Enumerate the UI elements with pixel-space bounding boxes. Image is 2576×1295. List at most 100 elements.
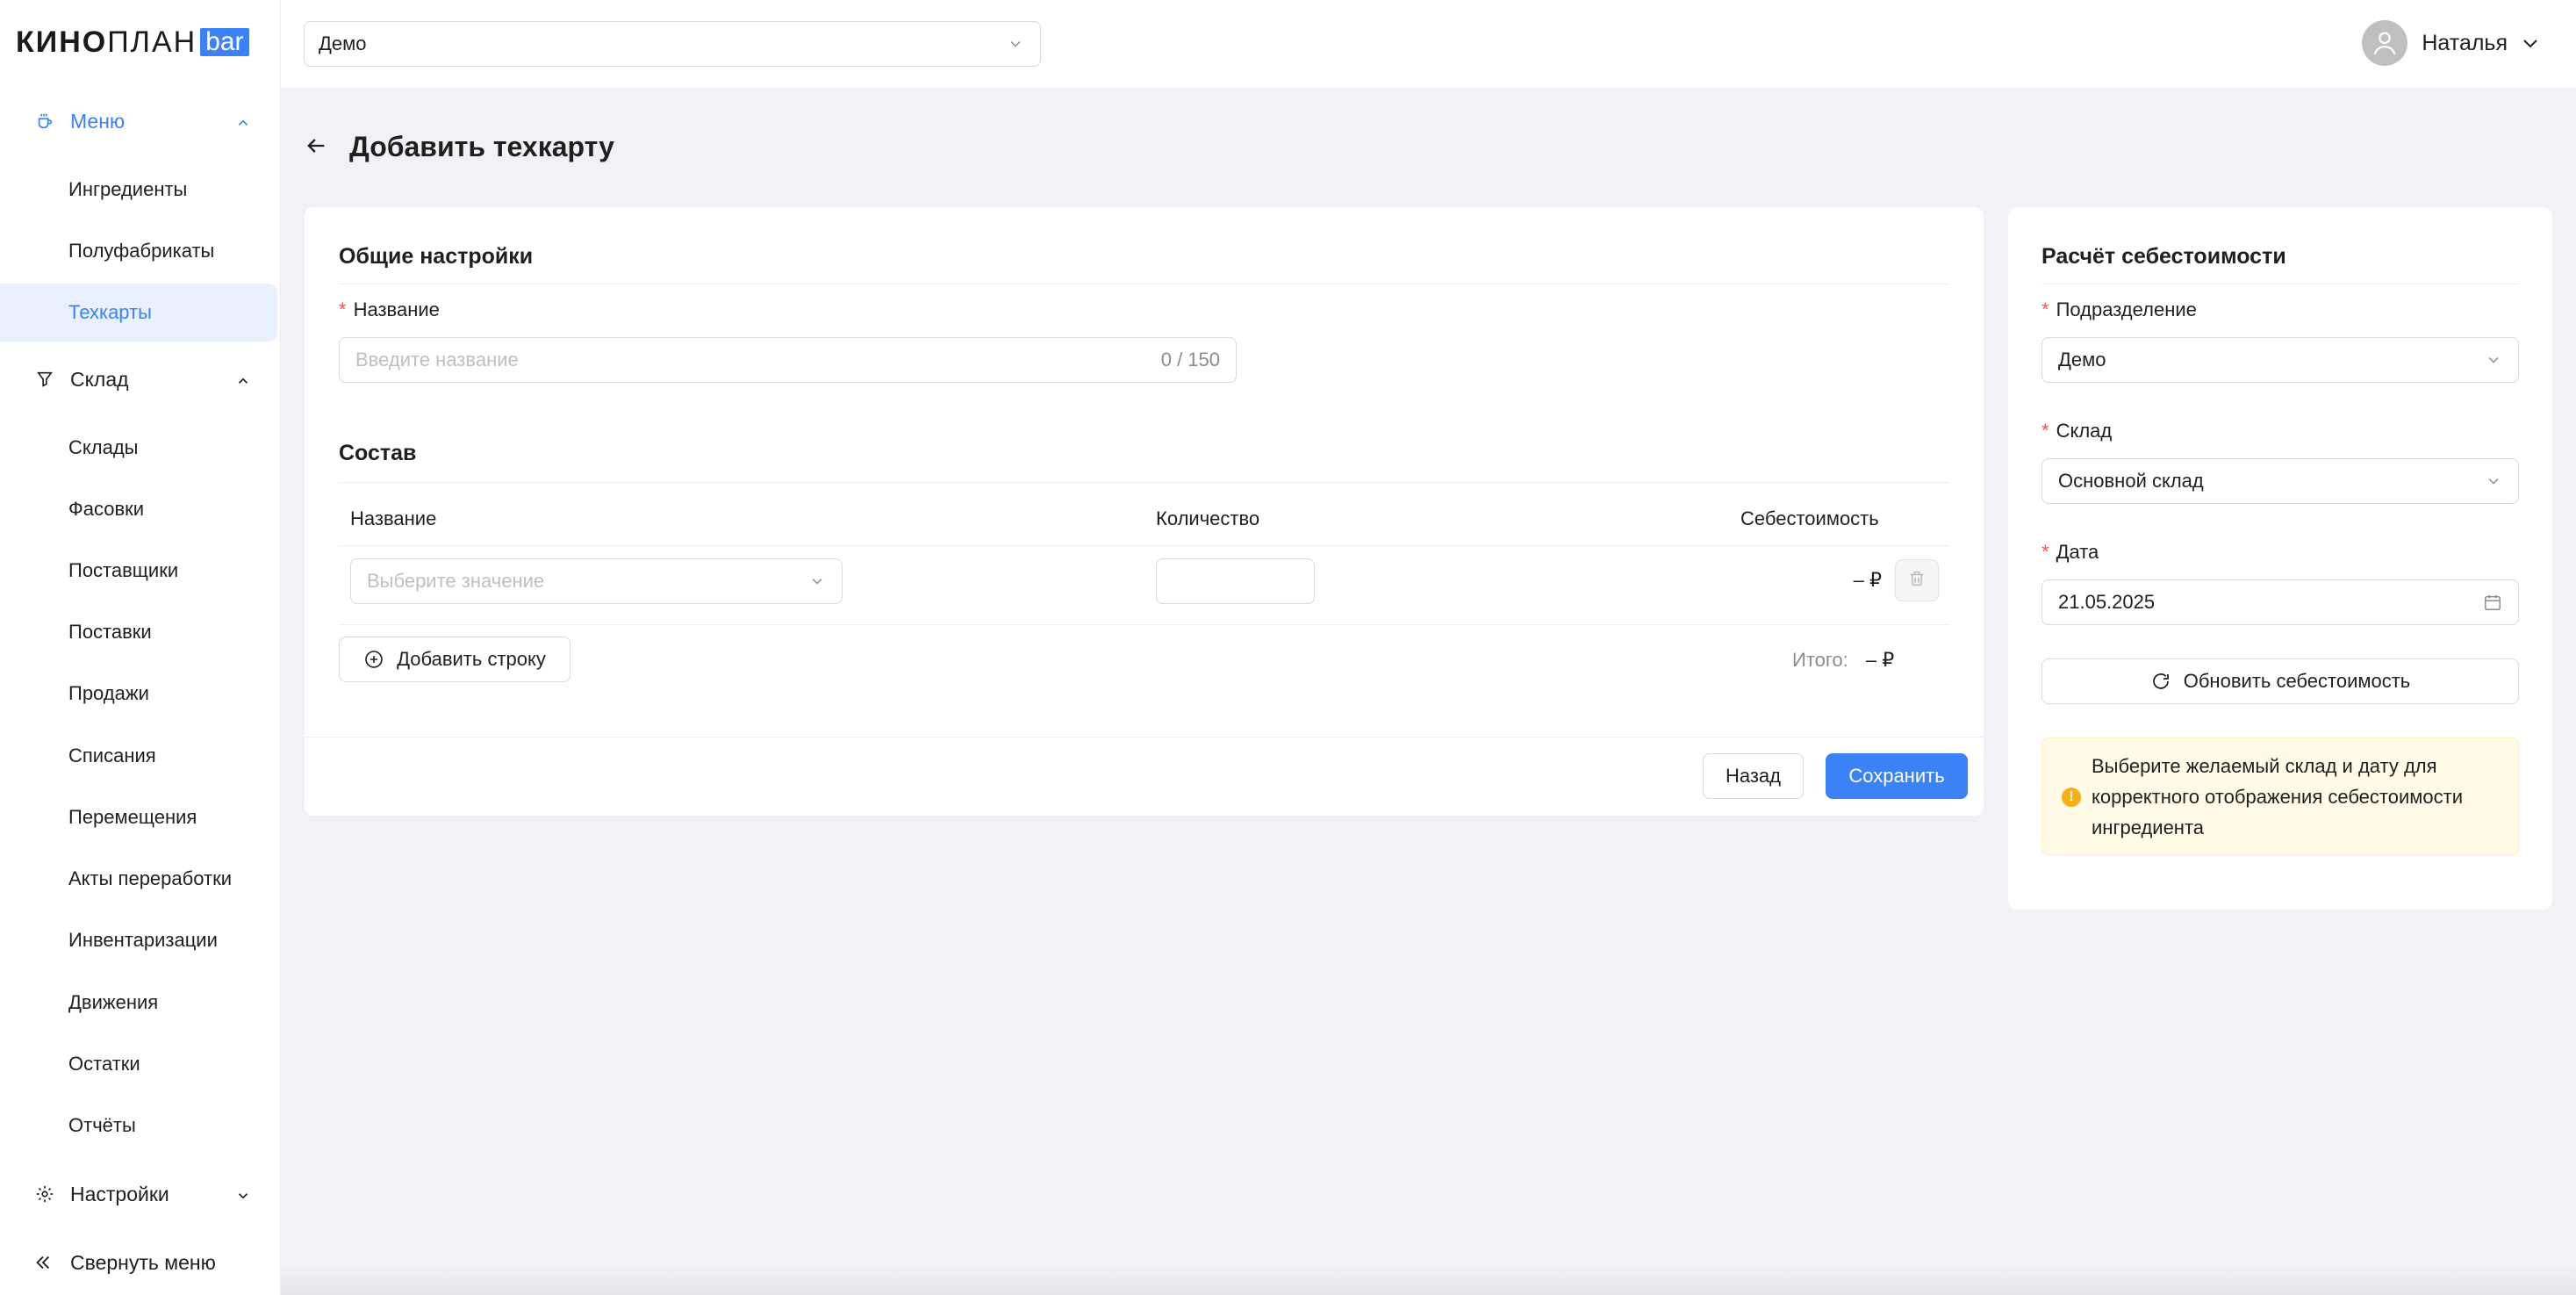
sidebar-item-label: Техкарты [68, 301, 152, 323]
logo[interactable]: КИНО ПЛАН bar [16, 25, 249, 60]
organization-value: Демо [319, 32, 367, 54]
warehouse-label-text: Склад [2056, 420, 2113, 442]
division-select[interactable]: Демо [2041, 337, 2519, 383]
sidebar-item-label: Движения [68, 991, 159, 1013]
sidebar-group-settings[interactable]: Настройки [0, 1168, 281, 1220]
cup-icon [33, 110, 56, 133]
cost-calculation-panel: Расчёт себестоимости * Подразделение Демо… [2008, 207, 2552, 910]
chevron-up-icon [235, 112, 251, 128]
chevron-down-icon [1007, 35, 1024, 53]
required-marker: * [2041, 420, 2049, 442]
column-header-name: Название [350, 507, 437, 529]
ingredient-placeholder: Выберите значение [367, 570, 545, 592]
plus-circle-icon [363, 649, 384, 670]
sidebar-item-label: Полуфабрикаты [68, 240, 215, 262]
chevron-down-icon [2520, 32, 2541, 54]
sidebar-item-label: Продажи [68, 682, 149, 704]
warning-icon: ! [2062, 788, 2081, 807]
division-label-text: Подразделение [2056, 299, 2197, 320]
refresh-cost-button[interactable]: Обновить себестоимость [2041, 658, 2519, 704]
sidebar-group-menu[interactable]: Меню [0, 95, 281, 147]
date-label-text: Дата [2056, 541, 2099, 563]
sidebar-item-label: Остатки [68, 1053, 140, 1075]
sidebar-group-label: Склад [70, 367, 129, 391]
refresh-icon [2150, 671, 2171, 692]
sidebar-item-reports[interactable]: Отчёты [0, 1097, 277, 1155]
delete-row-button[interactable] [1895, 559, 1939, 601]
sidebar-item-label: Ингредиенты [68, 178, 188, 200]
sidebar-item-transfers[interactable]: Перемещения [0, 788, 277, 846]
back-button-label: Назад [1725, 765, 1782, 787]
total-value: – ₽ [1865, 649, 1895, 671]
refresh-cost-label: Обновить себестоимость [2183, 670, 2411, 692]
sidebar-item-stock[interactable]: Остатки [0, 1035, 277, 1093]
sidebar-item-processing-acts[interactable]: Акты переработки [0, 850, 277, 908]
sidebar-group-label: Настройки [70, 1182, 169, 1205]
save-button[interactable]: Сохранить [1826, 753, 1968, 799]
sidebar-item-label: Акты переработки [68, 867, 232, 889]
sidebar-item-label: Склады [68, 436, 139, 458]
chevron-up-icon [235, 371, 251, 386]
trash-icon [1907, 569, 1927, 593]
divider [339, 482, 1949, 483]
logo-text-plan: ПЛАН [107, 25, 197, 59]
user-menu[interactable]: Наталья [2362, 19, 2541, 67]
composition-title: Состав [339, 441, 417, 465]
sidebar-item-write-offs[interactable]: Списания [0, 727, 277, 785]
collapse-menu-button[interactable]: Свернуть меню [0, 1236, 281, 1289]
add-row-button[interactable]: Добавить строку [339, 637, 570, 682]
column-header-quantity: Количество [1156, 507, 1260, 529]
warehouse-select[interactable]: Основной склад [2041, 458, 2519, 504]
sidebar-item-tech-cards[interactable]: Техкарты [0, 284, 277, 342]
sidebar-item-label: Поставщики [68, 559, 179, 581]
warehouse-label: * Склад [2041, 420, 2112, 442]
required-marker: * [339, 299, 347, 320]
divider [339, 545, 1949, 546]
sidebar-item-movements[interactable]: Движения [0, 974, 277, 1032]
organization-select[interactable]: Демо [304, 21, 1041, 67]
sidebar-item-inventories[interactable]: Инвентаризации [0, 911, 277, 969]
add-row-label: Добавить строку [397, 648, 546, 670]
sidebar-item-suppliers[interactable]: Поставщики [0, 542, 277, 600]
date-label: * Дата [2041, 541, 2099, 564]
chevron-down-icon [808, 572, 826, 590]
sidebar-item-label: Списания [68, 745, 156, 766]
chevron-down-icon [2485, 351, 2502, 369]
avatar [2362, 20, 2408, 66]
sidebar-item-sales[interactable]: Продажи [0, 665, 277, 723]
column-header-cost: Себестоимость [1740, 507, 1879, 529]
cost-calc-title: Расчёт себестоимости [2041, 244, 2286, 269]
logo-text-kino: КИНО [16, 25, 108, 59]
required-marker: * [2041, 541, 2049, 563]
division-value: Демо [2058, 349, 2106, 371]
top-header: Демо Наталья [281, 0, 2576, 88]
total-label: Итого: [1792, 649, 1848, 671]
gear-icon [33, 1183, 56, 1205]
name-label-text: Название [353, 299, 440, 320]
ingredient-select[interactable]: Выберите значение [350, 558, 843, 604]
sidebar-item-label: Поставки [68, 621, 152, 643]
warning-notice-text: Выберите желаемый склад и дату для корре… [2092, 755, 2463, 838]
date-value: 21.05.2025 [2058, 591, 2156, 613]
sidebar-item-semi-finished[interactable]: Полуфабрикаты [0, 222, 277, 280]
sidebar-item-deliveries[interactable]: Поставки [0, 603, 277, 661]
name-placeholder: Введите название [355, 349, 519, 371]
bottom-shadow [281, 1264, 2576, 1295]
name-input[interactable]: Введите название 0 / 150 [339, 337, 1237, 383]
sidebar-item-warehouses[interactable]: Склады [0, 419, 277, 477]
division-label: * Подразделение [2041, 299, 2197, 321]
sidebar-group-warehouse[interactable]: Склад [0, 353, 281, 406]
collapse-menu-label: Свернуть меню [70, 1250, 216, 1274]
divider [339, 624, 1949, 625]
row-cost-value: – ₽ [1853, 569, 1882, 591]
back-button[interactable]: Назад [1703, 753, 1804, 799]
sidebar-item-packaging[interactable]: Фасовки [0, 480, 277, 538]
date-picker[interactable]: 21.05.2025 [2041, 579, 2519, 625]
back-arrow-icon[interactable] [304, 133, 330, 160]
calendar-icon [2483, 593, 2502, 617]
sidebar-item-label: Отчёты [68, 1114, 136, 1136]
chevron-down-icon [2485, 472, 2502, 490]
quantity-input[interactable] [1156, 558, 1315, 604]
tech-card-form: Общие настройки * Название Введите назван… [305, 207, 1984, 816]
sidebar-item-ingredients[interactable]: Ингредиенты [0, 161, 277, 219]
